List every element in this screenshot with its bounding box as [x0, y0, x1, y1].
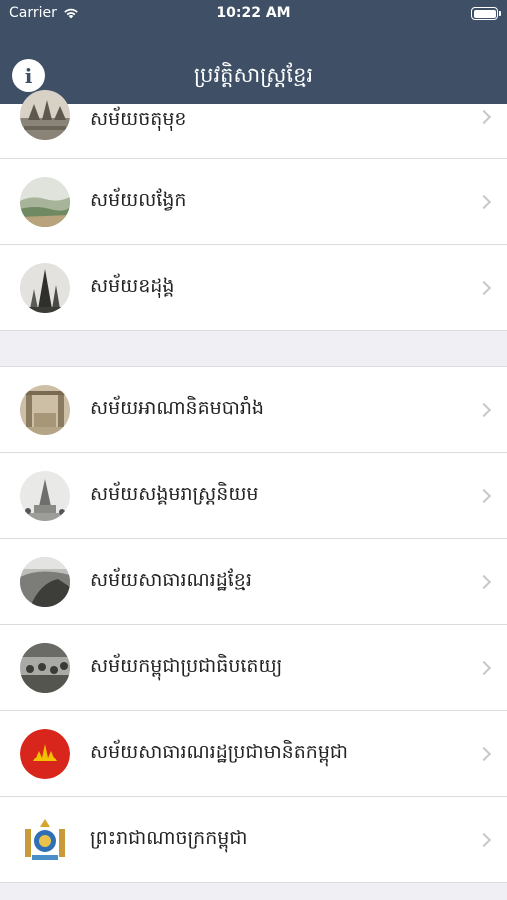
monument-thumbnail [20, 471, 70, 521]
chevron-right-icon [476, 402, 492, 417]
list-item-democratic-kampuchea[interactable]: សម័យកម្ពុជាប្រជាធិបតេយ្យ [0, 625, 507, 711]
chevron-right-icon [476, 746, 492, 761]
clock: 10:22 AM [216, 5, 291, 21]
chevron-right-icon [476, 280, 492, 295]
list-item-longvek[interactable]: សម័យលង្វែក [0, 159, 507, 245]
list-item-label: សម័យចតុមុខ [90, 108, 187, 130]
list-item-chaktomuk[interactable]: សម័យចតុមុខ [0, 90, 507, 159]
colonial-thumbnail [20, 385, 70, 435]
page-title: ប្រវត្តិសាស្ត្រខ្មែរ [193, 63, 314, 87]
chevron-right-icon [476, 832, 492, 847]
sepia-temple-thumbnail [20, 90, 70, 140]
prk-flag-thumbnail [20, 729, 70, 779]
section-separator [0, 331, 507, 367]
list-item-label: សម័យកម្ពុជាប្រជាធិបតេយ្យ [90, 654, 283, 677]
list-item-prk[interactable]: សម័យសាធារណរដ្ឋប្រជាមានិតកម្ពុជា [0, 711, 507, 797]
list-item-label: សម័យលង្វែក [90, 188, 187, 211]
list-item-label: សម័យឧដុង្គ [90, 274, 175, 297]
list-item-label: សម័យសាធារណរដ្ឋប្រជាមានិតកម្ពុជា [90, 740, 349, 763]
battery-nub [499, 11, 501, 16]
chevron-right-icon [476, 574, 492, 589]
list-item-sangkum[interactable]: សម័យសង្គមរាស្ត្រនិយម [0, 453, 507, 539]
landscape-thumbnail [20, 177, 70, 227]
list-item-label: ព្រះរាជាណាចក្រកម្ពុជា [90, 826, 248, 849]
list-item-label: សម័យអាណានិគមបារាំង [90, 396, 264, 419]
period-list: សម័យចតុមុខ សម័យលង្វែក សម័យឧដុង្គ សម័យអាណ… [0, 90, 507, 883]
battery-level-fill [473, 9, 496, 18]
chevron-right-icon [476, 660, 492, 675]
list-item-kingdom-of-cambodia[interactable]: ព្រះរាជាណាចក្រកម្ពុជា [0, 797, 507, 883]
chevron-right-icon [476, 109, 492, 125]
royal-arms-thumbnail [20, 815, 70, 865]
crowd-thumbnail [20, 643, 70, 693]
chevron-right-icon [476, 488, 492, 503]
list-item-label: សម័យសាធារណរដ្ឋខ្មែរ [90, 568, 252, 591]
stupa-thumbnail [20, 263, 70, 313]
status-bar: Carrier 10:22 AM [0, 0, 507, 28]
list-item-french-colonial[interactable]: សម័យអាណានិគមបារាំង [0, 367, 507, 453]
navigation-bar: Carrier 10:22 AM i ប្រវត្តិសាស្ត្រខ្មែរ [0, 0, 507, 104]
battery-icon [471, 7, 501, 20]
chevron-right-icon [476, 194, 492, 209]
list-item-label: សម័យសង្គមរាស្ត្រនិយម [90, 482, 259, 505]
list-item-oudong[interactable]: សម័យឧដុង្គ [0, 245, 507, 331]
list-item-khmer-republic[interactable]: សម័យសាធារណរដ្ឋខ្មែរ [0, 539, 507, 625]
republic-thumbnail [20, 557, 70, 607]
